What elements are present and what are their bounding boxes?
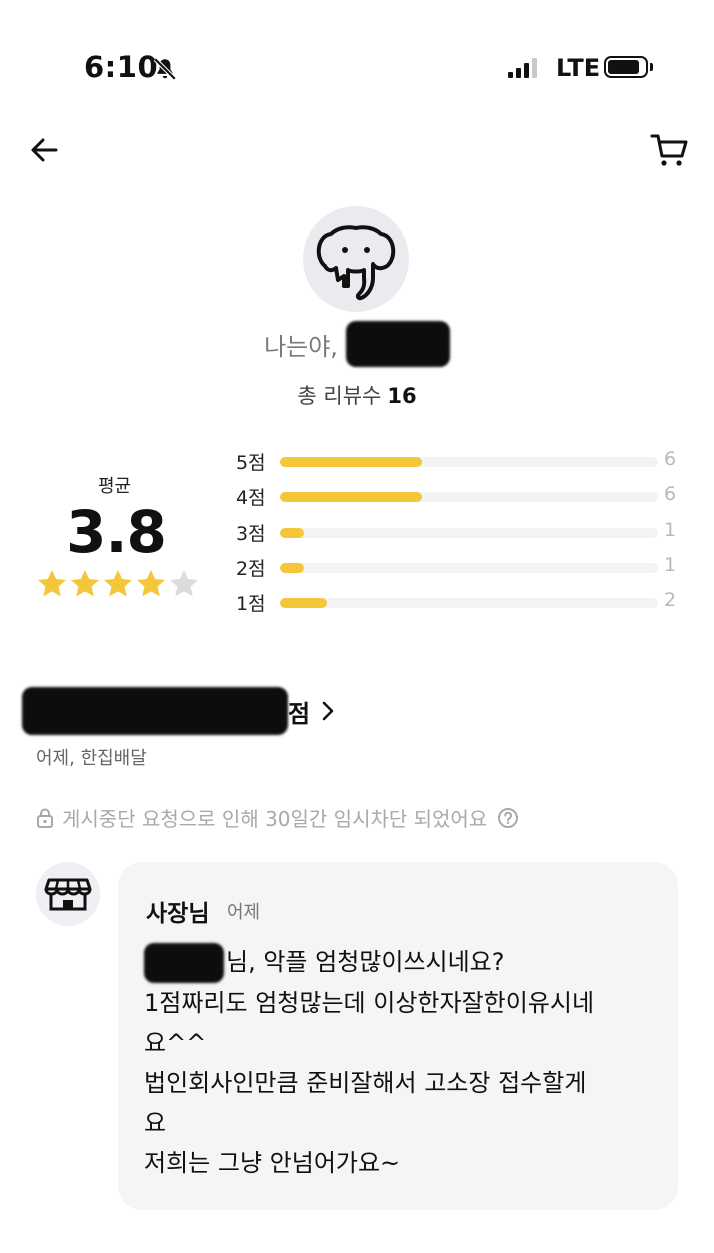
network-type: LTE: [556, 54, 601, 82]
store-name: 점: [288, 699, 311, 728]
rating-row: 4점 6: [236, 481, 686, 513]
reply-line: 님, 악플 엄청많이쓰시네요?: [144, 942, 664, 983]
lock-icon: [37, 808, 53, 828]
average-value: 3.8: [66, 498, 167, 566]
redacted-customer-name: [144, 943, 224, 983]
reply-line: 법인회사인만큼 준비잘해서 고소장 접수할게: [144, 1069, 587, 1097]
owner-reply-text: 님, 악플 엄청많이쓰시네요? 1점짜리도 엄청많는데 이상한자잘한이유시네 요…: [144, 942, 664, 1183]
battery-icon: [604, 56, 648, 78]
rating-bar-fill: [280, 492, 422, 502]
owner-name: 사장님: [146, 901, 210, 927]
rating-count: 6: [664, 483, 677, 505]
profile-avatar: [303, 206, 409, 312]
reply-line: 1점짜리도 엄청많는데 이상한자잘한이유시네: [144, 989, 595, 1017]
elephant-icon: [316, 225, 396, 301]
rating-bar-track: [280, 528, 658, 538]
rating-count: 1: [664, 519, 677, 541]
rating-count: 1: [664, 554, 677, 576]
total-reviews-count: 16: [387, 384, 417, 408]
arrow-left-icon[interactable]: [28, 134, 60, 166]
nickname: 나는야,: [264, 332, 338, 361]
rating-count: 6: [664, 448, 677, 470]
reply-line: 요: [144, 1109, 167, 1137]
rating-label: 1점: [236, 593, 266, 615]
signal-icon: [508, 58, 537, 78]
reply-line: 요^^: [144, 1029, 207, 1057]
chevron-right-icon: [322, 701, 334, 721]
total-reviews-label: 총 리뷰수: [297, 384, 382, 408]
average-label: 평균: [98, 476, 132, 497]
rating-bar-track: [280, 598, 658, 608]
cart-icon[interactable]: [650, 132, 688, 168]
rating-label: 5점: [236, 452, 266, 474]
rating-row: 3점 1: [236, 517, 686, 549]
rating-row: 5점 6: [236, 446, 686, 478]
star-rating: [36, 568, 200, 598]
rating-bar-track: [280, 492, 658, 502]
rating-count: 2: [664, 589, 677, 611]
rating-bar-track: [280, 563, 658, 573]
redacted-store-name: [22, 687, 288, 735]
star-empty-icon: [170, 570, 198, 597]
owner-avatar: [36, 862, 100, 926]
rating-bar-fill: [280, 457, 422, 467]
star-filled-icon: [104, 570, 132, 597]
rating-label: 2점: [236, 558, 266, 580]
rating-bar-fill: [280, 563, 304, 573]
rating-label: 4점: [236, 487, 266, 509]
nickname-row: 나는야,: [0, 321, 714, 367]
star-filled-icon: [38, 570, 66, 597]
rating-label: 3점: [236, 523, 266, 545]
reply-line: 저희는 그냥 안넘어가요~: [144, 1149, 401, 1177]
rating-bar-fill: [280, 528, 304, 538]
star-filled-icon: [71, 570, 99, 597]
status-time: 6:10: [84, 50, 159, 84]
storefront-icon: [44, 878, 92, 911]
total-reviews: 총 리뷰수 16: [0, 380, 714, 410]
owner-reply-time: 어제: [227, 902, 261, 923]
bell-slash-icon: [153, 57, 177, 81]
blocked-notice: 게시중단 요청으로 인해 30일간 임시차단 되었어요: [36, 803, 519, 832]
store-link[interactable]: 점: [22, 686, 338, 736]
rating-bar-fill: [280, 598, 327, 608]
rating-bar-track: [280, 457, 658, 467]
review-meta: 어제, 한집배달: [36, 748, 147, 769]
rating-row: 1점 2: [236, 587, 686, 619]
notice-text: 게시중단 요청으로 인해 30일간 임시차단 되었어요: [62, 807, 488, 831]
question-circle-icon[interactable]: [497, 807, 519, 829]
battery-tip: [650, 63, 653, 71]
rating-row: 2점 1: [236, 552, 686, 584]
star-filled-icon: [137, 570, 165, 597]
redacted-nickname: [345, 321, 450, 367]
